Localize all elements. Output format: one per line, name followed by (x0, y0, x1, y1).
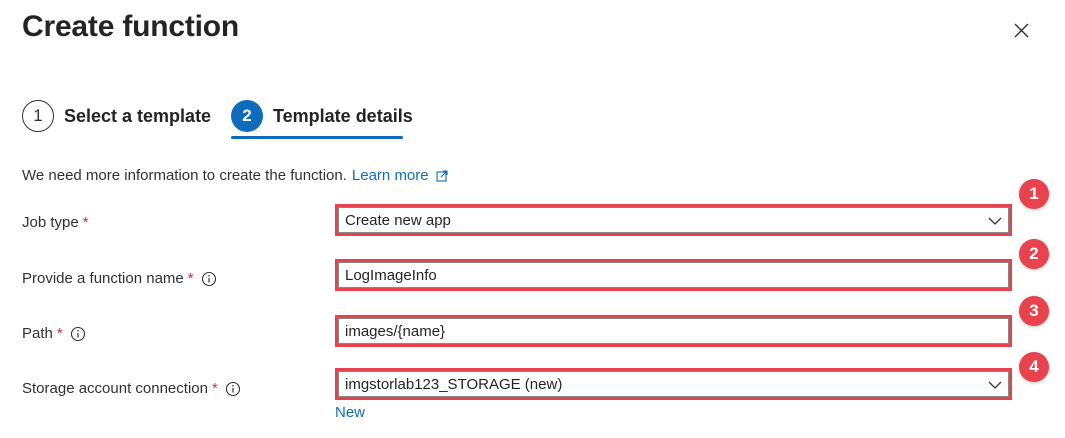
storage-connection-label-text: Storage account connection (22, 380, 208, 397)
path-input[interactable]: images/{name} (335, 315, 1012, 347)
step-template-details[interactable]: 2 Template details (231, 100, 413, 132)
step-number: 2 (231, 100, 263, 132)
callout-badge-3: 3 (1019, 296, 1049, 326)
function-name-value: LogImageInfo (345, 266, 437, 284)
active-step-indicator (231, 136, 403, 139)
chevron-down-icon (988, 381, 1002, 389)
dialog-title: Create function (22, 10, 240, 43)
callout-badge-2: 2 (1019, 239, 1049, 269)
step-select-template[interactable]: 1 Select a template (22, 100, 211, 132)
close-button[interactable] (1005, 14, 1037, 46)
new-storage-link[interactable]: New (335, 404, 365, 421)
function-name-label: Provide a function name * (22, 270, 217, 287)
job-type-value: Create new app (345, 211, 451, 229)
job-type-label-text: Job type (22, 214, 79, 231)
required-marker: * (56, 325, 63, 342)
info-icon[interactable] (225, 381, 241, 397)
info-icon[interactable] (201, 271, 217, 287)
chevron-down-icon (988, 217, 1002, 225)
job-type-dropdown[interactable]: Create new app (335, 204, 1012, 236)
storage-connection-value: imgstorlab123_STORAGE (new) (345, 375, 563, 393)
learn-more-link[interactable]: Learn more (352, 167, 448, 184)
learn-more-label: Learn more (351, 167, 429, 184)
storage-connection-label: Storage account connection * (22, 380, 241, 397)
function-name-label-text: Provide a function name (22, 270, 184, 287)
path-label: Path * (22, 325, 86, 342)
info-text: We need more information to create the f… (22, 167, 347, 184)
callout-badge-1: 1 (1019, 179, 1049, 209)
callout-badge-4: 4 (1019, 352, 1049, 382)
required-marker: * (211, 380, 218, 397)
info-message: We need more information to create the f… (22, 167, 448, 184)
info-icon[interactable] (70, 326, 86, 342)
function-name-input[interactable]: LogImageInfo (335, 259, 1012, 291)
step-label: Template details (273, 105, 413, 126)
external-link-icon (436, 169, 448, 182)
storage-connection-dropdown[interactable]: imgstorlab123_STORAGE (new) (335, 368, 1012, 400)
close-icon[interactable] (1005, 14, 1037, 46)
step-label: Select a template (64, 105, 212, 126)
step-number: 1 (22, 100, 54, 132)
path-label-text: Path (22, 325, 53, 342)
required-marker: * (82, 214, 89, 231)
job-type-label: Job type * (22, 214, 89, 231)
required-marker: * (187, 270, 194, 287)
path-value: images/{name} (345, 322, 446, 340)
